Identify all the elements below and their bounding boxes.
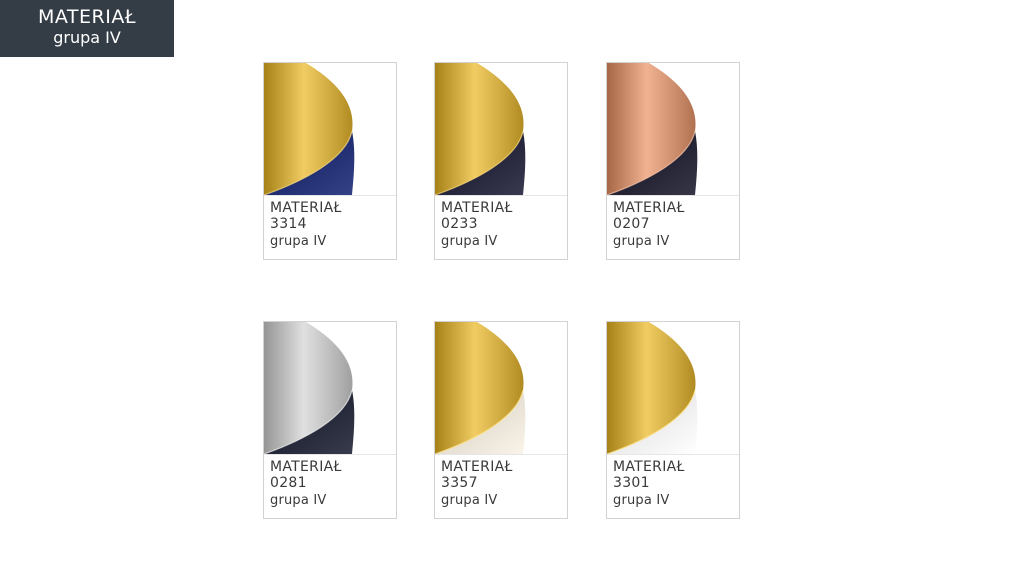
fabric-roll-icon [435,322,567,454]
section-subtitle: grupa IV [53,28,121,47]
material-card-3301[interactable]: MATERIAŁ 3301 grupa IV [606,321,740,519]
material-group: grupa IV [613,234,670,249]
material-label: MATERIAŁ 3357 grupa IV [441,459,563,509]
material-code: 0207 [613,216,650,232]
fabric-roll-icon [264,322,396,454]
material-code: 3357 [441,475,478,491]
material-group: grupa IV [441,493,498,508]
material-group: grupa IV [270,234,327,249]
material-code: 0281 [270,475,307,491]
material-group: grupa IV [441,234,498,249]
material-name: MATERIAŁ [613,459,685,475]
material-group: grupa IV [613,493,670,508]
material-label: MATERIAŁ 3314 grupa IV [270,200,392,250]
section-title: MATERIAŁ [37,6,136,28]
material-card-3314[interactable]: MATERIAŁ 3314 grupa IV [263,62,397,260]
material-swatch [264,63,396,196]
material-code: 3314 [270,216,307,232]
material-swatch [435,322,567,455]
fabric-roll-icon [607,322,739,454]
material-card-0233[interactable]: MATERIAŁ 0233 grupa IV [434,62,568,260]
material-group: grupa IV [270,493,327,508]
material-name: MATERIAŁ [441,200,513,216]
material-swatch [607,63,739,196]
fabric-roll-icon [435,63,567,195]
material-card-3357[interactable]: MATERIAŁ 3357 grupa IV [434,321,568,519]
material-card-0281[interactable]: MATERIAŁ 0281 grupa IV [263,321,397,519]
material-label: MATERIAŁ 0281 grupa IV [270,459,392,509]
material-label: MATERIAŁ 0207 grupa IV [613,200,735,250]
material-name: MATERIAŁ [441,459,513,475]
material-name: MATERIAŁ [270,459,342,475]
material-grid: MATERIAŁ 3314 grupa IV MATERIAŁ 0233 gru… [263,62,743,522]
section-title-badge: MATERIAŁ grupa IV [0,0,174,57]
material-code: 3301 [613,475,650,491]
material-label: MATERIAŁ 0233 grupa IV [441,200,563,250]
material-swatch [264,322,396,455]
material-card-0207[interactable]: MATERIAŁ 0207 grupa IV [606,62,740,260]
material-swatch [435,63,567,196]
fabric-roll-icon [264,63,396,195]
material-label: MATERIAŁ 3301 grupa IV [613,459,735,509]
fabric-roll-icon [607,63,739,195]
material-name: MATERIAŁ [613,200,685,216]
material-name: MATERIAŁ [270,200,342,216]
material-code: 0233 [441,216,478,232]
material-swatch [607,322,739,455]
